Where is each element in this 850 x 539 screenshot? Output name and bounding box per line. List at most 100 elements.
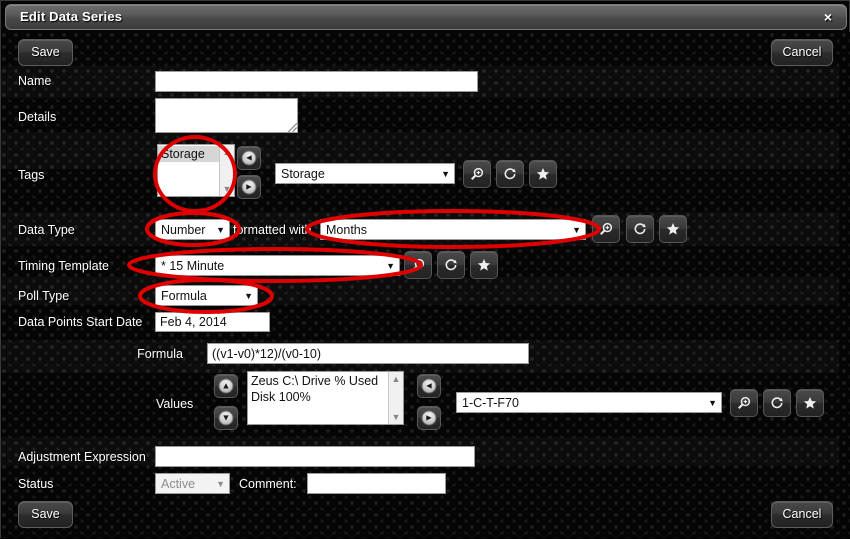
start-date-label: Data Points Start Date [18, 315, 143, 329]
values-dropdown-value: 1-C-T-F70 [462, 396, 519, 410]
details-wrapper [155, 98, 298, 133]
chevron-down-icon: ▼ [216, 478, 225, 489]
dialog-body: Save Cancel Name Details Tags Storage ▲ … [1, 32, 850, 538]
values-listbox-options: Zeus C:\ Drive % Used Disk 100% [248, 372, 388, 424]
scroll-up-icon[interactable]: ▲ [220, 145, 234, 159]
timing-template-value: * 15 Minute [161, 259, 225, 273]
refresh-icon [445, 259, 457, 271]
values-search-button[interactable] [730, 389, 758, 417]
arrow-down-glyph: ▼ [221, 412, 231, 423]
details-label: Details [18, 110, 57, 124]
formatted-with-label: formatted with [233, 223, 312, 237]
tags-label: Tags [18, 168, 45, 182]
save-button-top[interactable]: Save [18, 39, 73, 66]
name-label: Name [18, 74, 52, 88]
dialog-titlebar[interactable]: Edit Data Series × [5, 4, 847, 30]
scroll-up-icon[interactable]: ▲ [389, 372, 403, 386]
refresh-icon [634, 223, 646, 235]
timing-template-label: Timing Template [18, 259, 110, 273]
comment-label: Comment: [239, 477, 297, 491]
star-icon [666, 223, 680, 235]
chevron-down-icon: ▼ [708, 397, 717, 408]
tags-listbox-options: Storage [158, 145, 219, 196]
magnifier-icon [471, 167, 484, 180]
format-refresh-button[interactable] [626, 215, 654, 243]
format-value: Months [326, 223, 367, 237]
chevron-down-icon: ▼ [216, 224, 225, 235]
values-move-right-button[interactable]: ► [417, 406, 441, 430]
arrow-left-glyph: ◄ [244, 152, 254, 163]
format-search-button[interactable] [592, 215, 620, 243]
arrow-right-glyph: ► [244, 181, 254, 192]
poll-type-label: Poll Type [18, 289, 70, 303]
chevron-down-icon: ▼ [386, 260, 395, 271]
close-icon[interactable]: × [820, 9, 836, 26]
magnifier-icon [412, 258, 425, 271]
name-input[interactable] [155, 71, 478, 92]
arrow-left-glyph: ◄ [424, 380, 434, 391]
values-move-left-button[interactable]: ◄ [417, 374, 441, 398]
values-favorite-button[interactable] [796, 389, 824, 417]
data-type-value: Number [161, 223, 206, 237]
values-dropdown[interactable]: 1-C-T-F70 ▼ [456, 392, 722, 413]
arrow-up-glyph: ▲ [221, 380, 231, 391]
values-listbox[interactable]: Zeus C:\ Drive % Used Disk 100% ▲ ▼ [247, 371, 404, 425]
tags-listbox[interactable]: Storage ▲ ▼ [157, 144, 235, 197]
tags-listbox-scrollbar[interactable]: ▲ ▼ [219, 145, 234, 196]
details-resize-grip[interactable] [288, 123, 297, 132]
refresh-icon [771, 397, 783, 409]
timing-template-search-button[interactable] [404, 251, 432, 279]
arrow-right-glyph: ► [424, 412, 434, 423]
details-textarea[interactable] [155, 98, 298, 133]
formula-input[interactable] [207, 343, 529, 364]
cancel-button-top[interactable]: Cancel [771, 39, 833, 66]
tags-refresh-button[interactable] [496, 160, 524, 188]
star-icon [536, 168, 550, 180]
tags-move-left-button[interactable]: ◄ [237, 146, 261, 170]
tags-search-button[interactable] [463, 160, 491, 188]
save-button-bottom[interactable]: Save [18, 501, 73, 528]
star-icon [803, 397, 817, 409]
values-list-item[interactable]: Disk 100% [248, 389, 388, 405]
formula-label: Formula [137, 347, 183, 361]
status-dropdown[interactable]: Active ▼ [155, 473, 230, 494]
chevron-down-icon: ▼ [441, 168, 450, 179]
values-listbox-scrollbar[interactable]: ▲ ▼ [388, 372, 403, 424]
comment-input[interactable] [307, 473, 446, 494]
values-list-item[interactable]: Zeus C:\ Drive % Used [248, 373, 388, 389]
tags-list-item[interactable]: Storage [158, 146, 219, 162]
start-date-input[interactable] [155, 312, 270, 332]
row-stripe [1, 277, 839, 305]
tags-dropdown-value: Storage [281, 167, 325, 181]
status-label: Status [18, 477, 54, 491]
values-move-up-button[interactable]: ▲ [214, 374, 238, 398]
status-value: Active [161, 477, 196, 491]
edit-data-series-dialog: Edit Data Series × Save Cancel Name Deta… [0, 0, 850, 538]
format-favorite-button[interactable] [659, 215, 687, 243]
timing-template-refresh-button[interactable] [437, 251, 465, 279]
timing-template-favorite-button[interactable] [470, 251, 498, 279]
chevron-down-icon: ▼ [572, 224, 581, 235]
values-move-down-button[interactable]: ▼ [214, 406, 238, 430]
tags-dropdown[interactable]: Storage ▼ [275, 163, 455, 184]
adjustment-expression-label: Adjustment Expression [18, 450, 146, 464]
poll-type-value: Formula [161, 289, 207, 303]
star-icon [477, 259, 491, 271]
dialog-title: Edit Data Series [20, 9, 123, 24]
scroll-down-icon[interactable]: ▼ [220, 182, 234, 196]
magnifier-icon [738, 396, 751, 409]
magnifier-icon [600, 222, 613, 235]
tags-favorite-button[interactable] [529, 160, 557, 188]
poll-type-dropdown[interactable]: Formula ▼ [155, 285, 258, 306]
adjustment-expression-input[interactable] [155, 446, 475, 467]
format-dropdown[interactable]: Months ▼ [320, 219, 586, 240]
timing-template-dropdown[interactable]: * 15 Minute ▼ [155, 255, 400, 276]
cancel-button-bottom[interactable]: Cancel [771, 501, 833, 528]
data-type-dropdown[interactable]: Number ▼ [155, 219, 230, 240]
values-refresh-button[interactable] [763, 389, 791, 417]
chevron-down-icon: ▼ [244, 290, 253, 301]
values-label: Values [156, 397, 194, 411]
tags-move-right-button[interactable]: ► [237, 175, 261, 199]
refresh-icon [504, 168, 516, 180]
scroll-down-icon[interactable]: ▼ [389, 410, 403, 424]
